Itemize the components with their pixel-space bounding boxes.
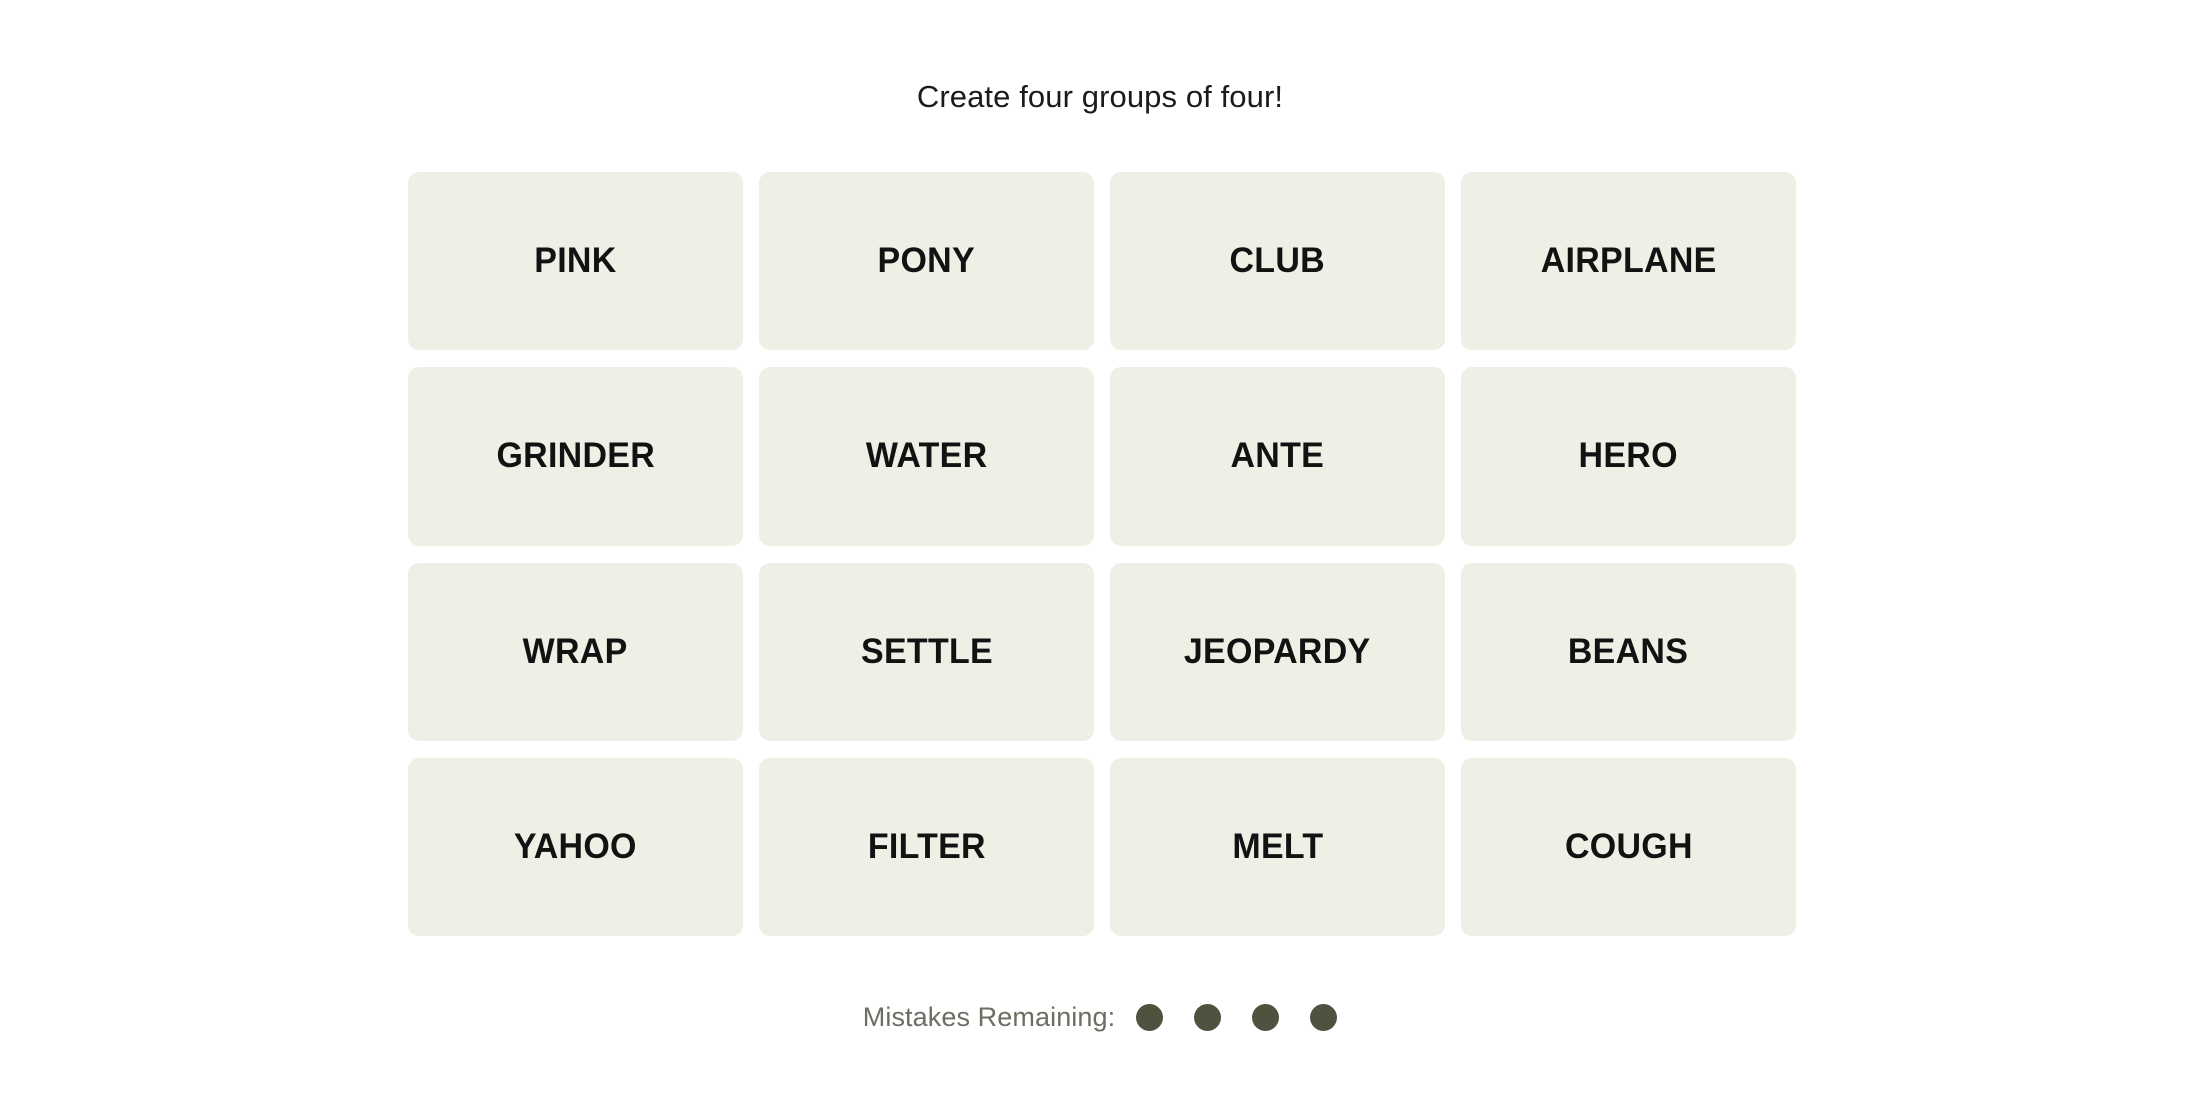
word-tile[interactable]: SETTLE bbox=[759, 562, 1094, 741]
word-tile-label: PONY bbox=[877, 241, 976, 281]
word-tile[interactable]: BEANS bbox=[1461, 562, 1796, 741]
word-tile[interactable]: AIRPLANE bbox=[1461, 172, 1796, 351]
word-tile[interactable]: PINK bbox=[408, 172, 743, 351]
word-tile-label: JEOPARDY bbox=[1184, 631, 1371, 671]
word-tile[interactable]: HERO bbox=[1461, 367, 1796, 546]
word-tile[interactable]: JEOPARDY bbox=[1110, 562, 1445, 741]
word-tile[interactable]: WRAP bbox=[408, 562, 743, 741]
word-tile-label: WRAP bbox=[523, 631, 628, 671]
word-tile-label: PINK bbox=[534, 241, 617, 281]
word-tile-label: CLUB bbox=[1229, 241, 1326, 281]
word-tile[interactable]: COUGH bbox=[1461, 757, 1796, 936]
word-tile[interactable]: WATER bbox=[759, 367, 1094, 546]
word-tile-label: WATER bbox=[865, 436, 988, 476]
word-tile[interactable]: FILTER bbox=[759, 757, 1094, 936]
word-tile-label: GRINDER bbox=[496, 436, 655, 476]
word-tile[interactable]: PONY bbox=[759, 172, 1094, 351]
mistake-dot bbox=[1194, 1003, 1222, 1031]
word-tile[interactable]: CLUB bbox=[1110, 172, 1445, 351]
mistakes-dot-list bbox=[1136, 1003, 1338, 1031]
word-tile-grid: PINK PONY CLUB AIRPLANE GRINDER WATER ANTE HERO… bbox=[408, 172, 1796, 936]
word-tile-label: BEANS bbox=[1568, 631, 1689, 671]
word-tile[interactable]: ANTE bbox=[1110, 367, 1445, 546]
mistake-dot bbox=[1136, 1003, 1164, 1031]
word-tile-label: FILTER bbox=[867, 826, 986, 866]
word-tile-label: ANTE bbox=[1230, 436, 1325, 476]
connections-game-screen: Create four groups of four! PINK PONY CLUB… bbox=[0, 0, 2200, 1100]
mistakes-remaining-label: Mistakes Remaining: bbox=[862, 1002, 1116, 1032]
mistakes-remaining-bar: Mistakes Remaining: bbox=[0, 996, 2200, 1038]
word-tile[interactable]: GRINDER bbox=[408, 367, 743, 546]
mistake-dot bbox=[1310, 1003, 1338, 1031]
game-instructions: Create four groups of four! bbox=[916, 79, 1284, 114]
word-tile-label: COUGH bbox=[1564, 826, 1693, 866]
word-tile-label: AIRPLANE bbox=[1540, 241, 1717, 281]
word-tile[interactable]: MELT bbox=[1110, 757, 1445, 936]
word-tile-label: HERO bbox=[1578, 436, 1679, 476]
mistake-dot bbox=[1252, 1003, 1280, 1031]
word-tile[interactable]: YAHOO bbox=[408, 757, 743, 936]
word-tile-label: YAHOO bbox=[514, 826, 637, 866]
word-tile-label: SETTLE bbox=[860, 631, 993, 671]
word-tile-label: MELT bbox=[1231, 826, 1324, 866]
